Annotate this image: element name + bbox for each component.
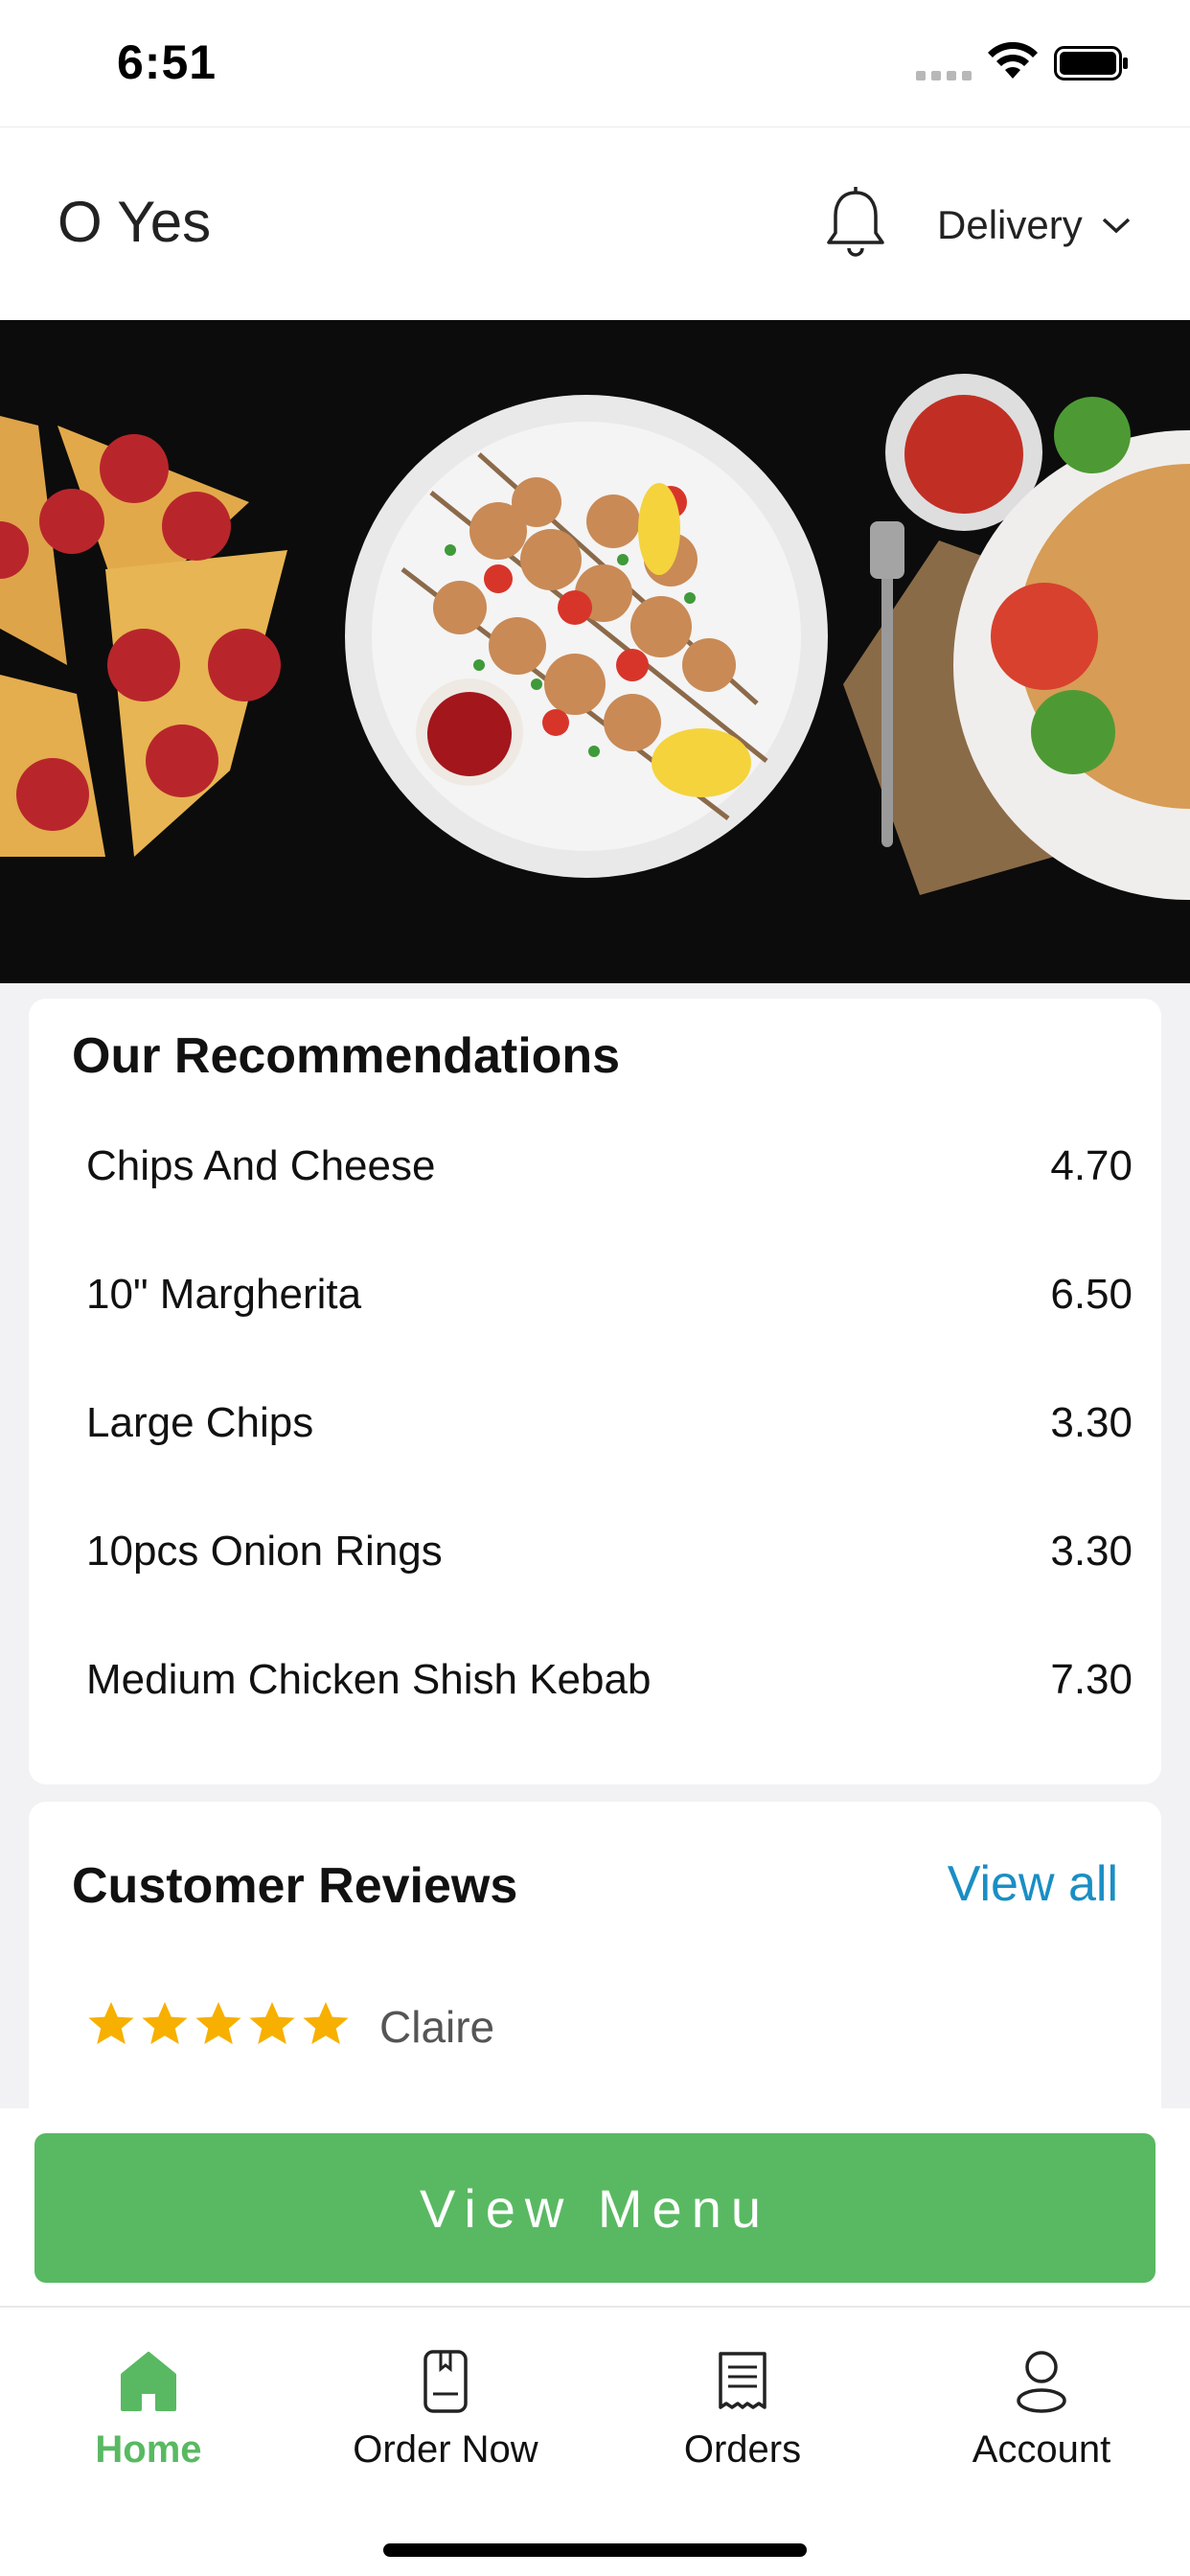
view-all-reviews-link[interactable]: View all [948,1855,1118,1913]
tab-label: Orders [683,2428,802,2471]
bottom-panel: View Menu Home Order Now Orders Account [0,2108,1190,2576]
recommendation-name: Medium Chicken Shish Kebab [86,1656,652,1703]
status-time: 6:51 [117,35,217,89]
food-banner-image [0,320,1190,983]
tab-home[interactable]: Home [0,2308,297,2499]
recommendation-price: 6.50 [1050,1271,1133,1318]
recommendation-name: 10pcs Onion Rings [86,1528,443,1575]
tab-orders[interactable]: Orders [594,2308,891,2499]
tab-label: Home [95,2428,202,2471]
app-title: O Yes [57,190,212,254]
chevron-down-icon [1102,218,1130,234]
star-icon [249,2002,295,2044]
star-icon [195,2002,241,2044]
tab-label: Order Now [353,2428,538,2471]
recommendation-item[interactable]: Large Chips 3.30 [86,1399,1133,1447]
recommendations-title: Our Recommendations [72,1028,621,1084]
wifi-icon [988,42,1038,79]
recommendation-item[interactable]: Chips And Cheese 4.70 [86,1142,1133,1190]
delivery-mode-label: Delivery [937,202,1083,247]
recommendation-price: 3.30 [1050,1528,1133,1575]
home-icon [121,2352,176,2411]
recommendation-name: 10" Margherita [86,1271,362,1318]
star-icon [142,2002,188,2044]
home-indicator[interactable] [383,2543,807,2557]
menu-book-icon [423,2350,468,2413]
user-icon [1017,2351,1066,2413]
recommendation-item[interactable]: 10" Margherita 6.50 [86,1271,1133,1319]
recommendation-item[interactable]: 10pcs Onion Rings 3.30 [86,1528,1133,1576]
status-bar: 6:51 [0,0,1190,126]
recommendation-item[interactable]: Medium Chicken Shish Kebab 7.30 [86,1656,1133,1704]
reviewer-name: Claire [379,2002,495,2052]
receipt-icon [719,2352,767,2409]
star-icon [88,2002,134,2044]
kebab-plate-graphic [345,395,828,878]
tab-label: Account [972,2428,1111,2471]
recommendations-card: Our Recommendations Chips And Cheese 4.7… [29,999,1161,1784]
recommendation-price: 4.70 [1050,1142,1133,1189]
tab-bar: Home Order Now Orders Account [0,2306,1190,2576]
customer-reviews-title: Customer Reviews [72,1858,518,1914]
cellular-signal-icon [916,71,972,80]
view-menu-button[interactable]: View Menu [34,2133,1156,2283]
recommendation-price: 3.30 [1050,1399,1133,1446]
delivery-mode-dropdown[interactable]: Delivery [937,202,1133,248]
tab-order-now[interactable]: Order Now [297,2308,594,2499]
tab-account[interactable]: Account [893,2308,1190,2499]
review-star-rating [86,1999,351,2049]
notification-bell-icon[interactable] [822,185,889,262]
battery-icon [1054,46,1128,80]
star-icon [303,2002,349,2044]
app-header: O Yes Delivery [0,126,1190,320]
recommendation-name: Large Chips [86,1399,314,1446]
recommendation-name: Chips And Cheese [86,1142,436,1189]
recommendation-price: 7.30 [1050,1656,1133,1703]
